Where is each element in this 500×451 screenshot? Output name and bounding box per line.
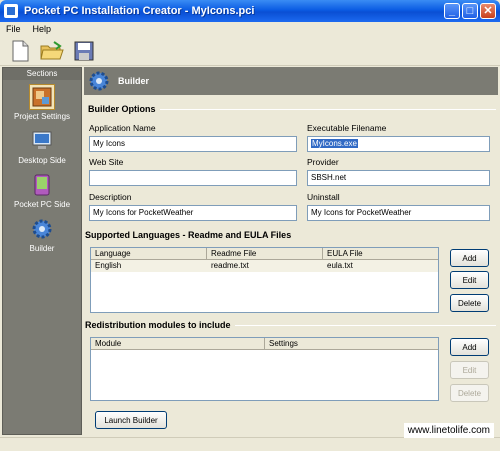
open-file-button[interactable] bbox=[40, 39, 64, 63]
project-settings-icon bbox=[29, 84, 55, 110]
column-header[interactable]: EULA File bbox=[323, 248, 438, 259]
open-folder-icon bbox=[40, 40, 64, 59]
sections-sidebar: Sections Project Settings Desktop Side P… bbox=[2, 67, 82, 435]
desktop-icon bbox=[29, 128, 55, 154]
column-header[interactable]: Settings bbox=[265, 338, 438, 349]
status-bar bbox=[0, 437, 500, 451]
launch-builder-button[interactable]: Launch Builder bbox=[95, 411, 167, 429]
sidebar-item-label: Builder bbox=[29, 244, 55, 253]
gear-icon bbox=[29, 216, 55, 242]
title-bar: Pocket PC Installation Creator - MyIcons… bbox=[0, 0, 500, 22]
cell-readme: readme.txt bbox=[211, 261, 249, 270]
builder-options-title: Builder Options bbox=[88, 104, 160, 114]
languages-add-button[interactable]: Add bbox=[450, 249, 489, 267]
save-icon bbox=[74, 41, 94, 60]
web-site-label: Web Site bbox=[89, 157, 124, 167]
section-header: Builder bbox=[84, 67, 498, 95]
save-button[interactable] bbox=[72, 39, 96, 63]
minimize-button[interactable]: _ bbox=[444, 3, 460, 19]
new-file-icon bbox=[12, 40, 29, 61]
executable-filename-label: Executable Filename bbox=[307, 123, 387, 133]
window-title: Pocket PC Installation Creator - MyIcons… bbox=[24, 5, 255, 17]
redistribution-title: Redistribution modules to include bbox=[85, 320, 235, 330]
cell-language: English bbox=[95, 261, 122, 270]
menu-bar: File Help bbox=[0, 22, 500, 36]
pocket-pc-icon bbox=[29, 172, 55, 198]
table-header: Language Readme File EULA File bbox=[91, 248, 438, 260]
menu-help[interactable]: Help bbox=[33, 24, 52, 34]
modules-table[interactable]: Module Settings bbox=[90, 337, 439, 401]
sidebar-item-label: Desktop Side bbox=[18, 156, 66, 165]
modules-delete-button[interactable]: Delete bbox=[450, 384, 489, 402]
main-panel: Builder Builder Options Application Name… bbox=[84, 67, 498, 435]
toolbar bbox=[0, 36, 500, 66]
watermark: www.linetolife.com bbox=[403, 423, 494, 438]
languages-title: Supported Languages - Readme and EULA Fi… bbox=[85, 230, 296, 240]
column-header[interactable]: Language bbox=[91, 248, 207, 259]
languages-delete-button[interactable]: Delete bbox=[450, 294, 489, 312]
close-button[interactable]: ✕ bbox=[480, 3, 496, 19]
modules-edit-button[interactable]: Edit bbox=[450, 361, 489, 379]
column-header[interactable]: Readme File bbox=[207, 248, 323, 259]
column-header[interactable]: Module bbox=[91, 338, 265, 349]
provider-input[interactable]: SBSH.net bbox=[307, 170, 490, 186]
application-name-input[interactable]: My Icons bbox=[89, 136, 297, 152]
languages-edit-button[interactable]: Edit bbox=[450, 271, 489, 289]
table-header: Module Settings bbox=[91, 338, 438, 350]
section-title: Builder bbox=[118, 76, 150, 86]
window-controls: _ □ ✕ bbox=[444, 3, 496, 19]
executable-filename-input[interactable]: MyIcons.exe bbox=[307, 136, 490, 152]
provider-label: Provider bbox=[307, 157, 339, 167]
description-label: Description bbox=[89, 192, 132, 202]
sidebar-item-desktop-side[interactable]: Desktop Side bbox=[3, 124, 81, 168]
selected-text: MyIcons.exe bbox=[311, 139, 358, 148]
uninstall-label: Uninstall bbox=[307, 192, 340, 202]
sidebar-item-label: Project Settings bbox=[13, 112, 71, 121]
description-input[interactable]: My Icons for PocketWeather bbox=[89, 205, 297, 221]
sidebar-item-project-settings[interactable]: Project Settings bbox=[3, 80, 81, 124]
new-file-button[interactable] bbox=[8, 39, 32, 63]
uninstall-input[interactable]: My Icons for PocketWeather bbox=[307, 205, 490, 221]
languages-table[interactable]: Language Readme File EULA File English r… bbox=[90, 247, 439, 313]
modules-add-button[interactable]: Add bbox=[450, 338, 489, 356]
maximize-button[interactable]: □ bbox=[462, 3, 478, 19]
cell-eula: eula.txt bbox=[327, 261, 353, 270]
web-site-input[interactable] bbox=[89, 170, 297, 186]
gear-icon bbox=[89, 71, 109, 91]
menu-file[interactable]: File bbox=[6, 24, 21, 34]
sidebar-header: Sections bbox=[3, 68, 81, 80]
sidebar-item-label: Pocket PC Side bbox=[13, 200, 71, 209]
app-icon bbox=[4, 4, 18, 18]
sidebar-item-builder[interactable]: Builder bbox=[3, 212, 81, 256]
sidebar-item-pocket-pc-side[interactable]: Pocket PC Side bbox=[3, 168, 81, 212]
application-name-label: Application Name bbox=[89, 123, 156, 133]
table-row[interactable]: English readme.txt eula.txt bbox=[91, 260, 438, 272]
